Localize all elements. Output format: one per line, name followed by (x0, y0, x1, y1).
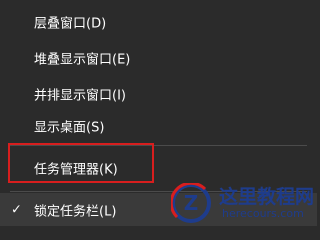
menu-item-side-by-side-windows[interactable]: 并排显示窗口(I) (0, 76, 317, 112)
watermark: Z 这里教程网 herecours.com (168, 179, 317, 226)
watermark-logo-letter: Z (184, 191, 199, 215)
menu-item-stack-windows[interactable]: 堆叠显示窗口(E) (0, 40, 317, 76)
menu-item-label: 显示桌面(S) (34, 120, 105, 136)
watermark-url: herecours.com (222, 207, 304, 220)
menu-item-label: 锁定任务栏(L) (34, 204, 117, 219)
menu-item-label: 层叠窗口(D) (34, 16, 107, 32)
menu-item-cascade-windows[interactable]: 层叠窗口(D) (0, 4, 317, 40)
red-highlight-box (8, 143, 154, 183)
menu-item-show-desktop[interactable]: 显示桌面(S) (0, 108, 317, 144)
checkmark-icon: ✓ (11, 202, 22, 217)
watermark-logo-icon: Z (171, 183, 211, 223)
menu-item-label: 并排显示窗口(I) (34, 88, 126, 104)
menu-item-label: 堆叠显示窗口(E) (34, 52, 131, 68)
watermark-title: 这里教程网 (219, 186, 315, 208)
